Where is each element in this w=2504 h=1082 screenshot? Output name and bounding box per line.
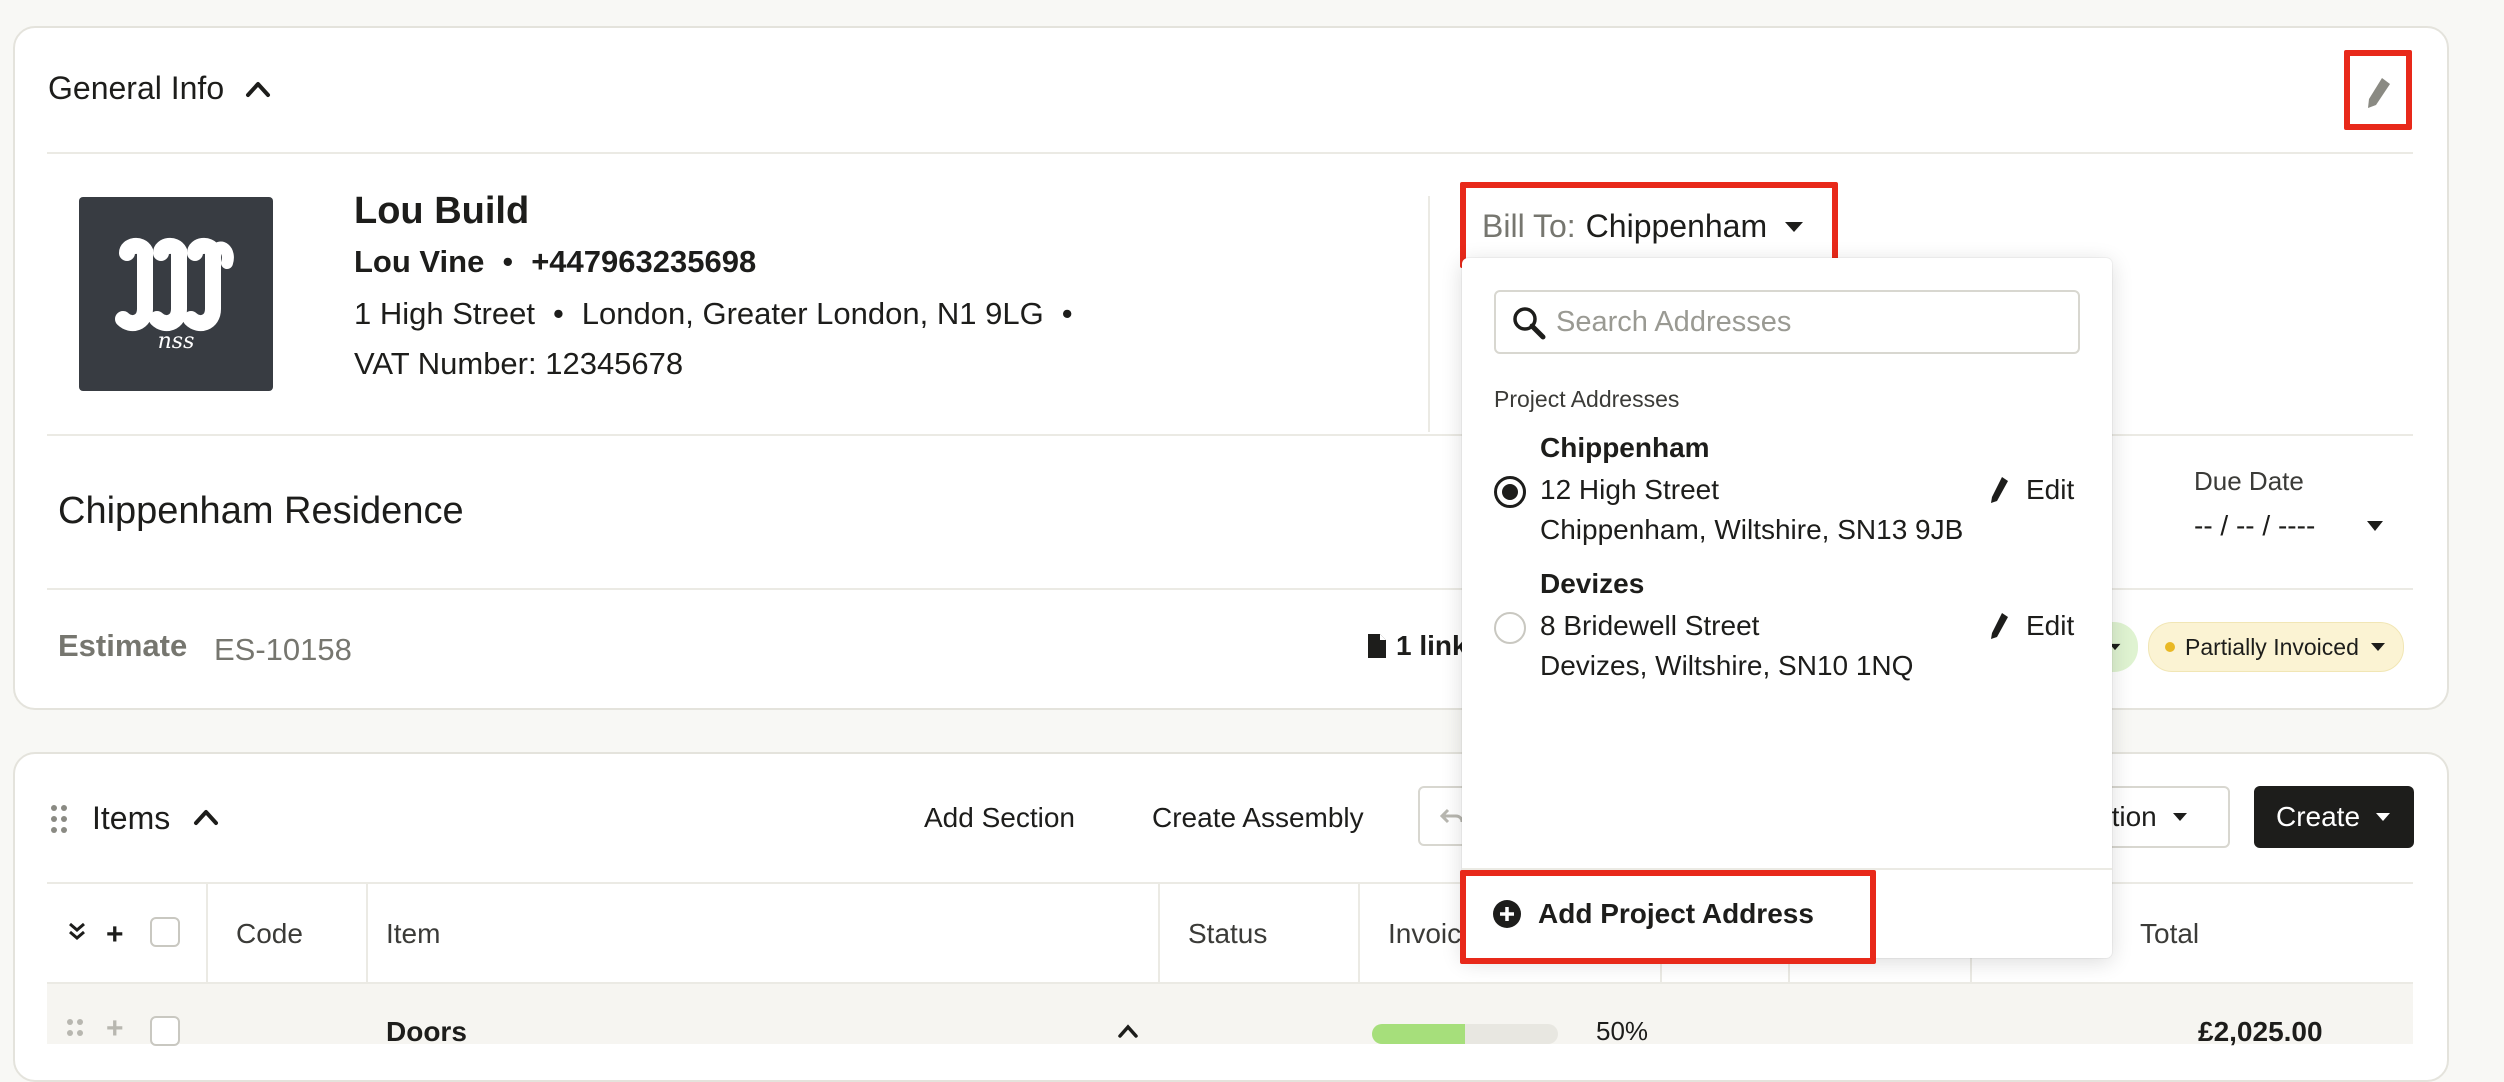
- undo-icon: [1440, 808, 1464, 824]
- plus-icon: +: [106, 1012, 124, 1045]
- address-region: London, Greater London, N1 9LG: [581, 296, 1044, 331]
- collapse-items-button[interactable]: [192, 806, 220, 833]
- address-name: Devizes: [1540, 568, 1645, 599]
- items-title: Items: [92, 800, 171, 836]
- divider: [47, 152, 2413, 154]
- chevron-up-icon: [1118, 1024, 1138, 1038]
- general-info-title: General Info: [48, 70, 225, 106]
- search-addresses-field[interactable]: [1494, 290, 2080, 354]
- column-total[interactable]: Total: [2140, 918, 2199, 950]
- customer-address: 1 High Street • London, Greater London, N1…: [354, 296, 1073, 331]
- company-logo: nss: [79, 197, 273, 391]
- highlight-edit-pencil: [2344, 50, 2412, 130]
- document-icon: [1368, 634, 1386, 658]
- add-row-button[interactable]: +: [106, 918, 124, 952]
- address-line1: 12 High Street: [1540, 474, 1719, 505]
- create-label: Create: [2275, 801, 2361, 832]
- due-date-label: Due Date: [2194, 466, 2304, 496]
- create-assembly-button[interactable]: Create Assembly: [1152, 802, 1364, 834]
- caret-down-icon: [2172, 813, 2187, 821]
- search-icon: [1513, 307, 1546, 340]
- address-option-devizes[interactable]: Devizes 8 Bridewell Street Devizes, Wilt…: [1462, 566, 2112, 696]
- row-drag-handle[interactable]: [66, 1018, 84, 1041]
- invoice-progress-fill: [1372, 1024, 1465, 1044]
- row-collapse-button[interactable]: [1116, 1022, 1140, 1045]
- logo-text: nss: [157, 329, 195, 354]
- column-item[interactable]: Item: [386, 918, 440, 950]
- row-add-button[interactable]: +: [106, 1012, 124, 1046]
- caret-down-icon: [2370, 643, 2385, 651]
- plus-icon: +: [106, 918, 124, 951]
- project-title[interactable]: Chippenham Residence: [58, 490, 464, 533]
- estimate-number: ES-10158: [214, 632, 352, 667]
- address-name: Chippenham: [1540, 432, 1710, 463]
- row-total: £2,025.00: [2198, 1016, 2323, 1047]
- address-line2: Devizes, Wiltshire, SN10 1NQ: [1540, 650, 1914, 681]
- address-dropdown: Project Addresses Chippenham 12 High Str…: [1462, 258, 2112, 958]
- add-section-button[interactable]: Add Section: [924, 802, 1075, 834]
- customer-contact: Lou Vine • +447963235698: [354, 244, 757, 279]
- contact-name: Lou Vine: [354, 244, 485, 279]
- invoice-progress-bar: [1372, 1024, 1558, 1044]
- collapse-general-button[interactable]: [244, 78, 272, 100]
- estimate-label: Estimate: [58, 628, 188, 663]
- drag-handle-icon: [67, 1019, 83, 1036]
- due-date-value: -- / -- / ----: [2194, 510, 2316, 541]
- create-button[interactable]: Create: [2254, 786, 2414, 848]
- pencil-icon: [1991, 613, 2008, 639]
- edit-label: Edit: [2026, 610, 2075, 641]
- contact-phone[interactable]: +447963235698: [531, 244, 756, 279]
- row-checkbox[interactable]: [150, 1016, 180, 1046]
- address-radio-selected[interactable]: [1494, 476, 1526, 508]
- row-invoiced-percent: 50%: [1596, 1016, 1649, 1046]
- address-radio[interactable]: [1494, 612, 1526, 644]
- caret-down-icon: [2376, 813, 2391, 821]
- address-option-chippenham[interactable]: Chippenham 12 High Street Chippenham, Wi…: [1462, 430, 2112, 560]
- chevron-up-icon: [194, 810, 218, 825]
- address-line1: 8 Bridewell Street: [1540, 610, 1760, 641]
- edit-address-button[interactable]: Edit: [1988, 610, 2074, 642]
- search-addresses-input[interactable]: [1556, 305, 2078, 339]
- column-invoiced[interactable]: Invoic: [1388, 918, 1461, 950]
- drag-handle[interactable]: [50, 804, 68, 834]
- edit-label: Edit: [2026, 474, 2075, 505]
- logo-mark: [115, 238, 234, 332]
- invoice-status-badge[interactable]: Partially Invoiced: [2148, 622, 2404, 672]
- address-line2: Chippenham, Wiltshire, SN13 9JB: [1540, 514, 1964, 545]
- status-dot: [2165, 642, 2175, 652]
- vat-number: VAT Number: 12345678: [354, 346, 684, 381]
- expand-all-button[interactable]: [66, 920, 88, 947]
- drag-handle-icon: [51, 805, 67, 833]
- pencil-icon: [1991, 477, 2008, 503]
- customer-company: Lou Build: [354, 190, 530, 232]
- select-all-checkbox[interactable]: [150, 917, 180, 947]
- column-code[interactable]: Code: [236, 918, 303, 950]
- chevron-up-icon: [246, 82, 270, 97]
- project-addresses-label: Project Addresses: [1494, 386, 1680, 412]
- vertical-divider: [1428, 196, 1430, 432]
- invoice-status-text: Partially Invoiced: [2185, 633, 2359, 660]
- address-line: 1 High Street: [354, 296, 535, 331]
- due-date-picker[interactable]: -- / -- / ----: [2194, 510, 2385, 542]
- caret-down-icon: [2367, 521, 2384, 531]
- edit-address-button[interactable]: Edit: [1988, 474, 2074, 506]
- row-item-name[interactable]: Doors: [386, 1016, 467, 1048]
- column-status[interactable]: Status: [1188, 918, 1267, 950]
- highlight-add-project-address: [1460, 870, 1876, 964]
- highlight-bill-to: [1460, 182, 1838, 268]
- double-chevron-down-icon: [69, 922, 85, 940]
